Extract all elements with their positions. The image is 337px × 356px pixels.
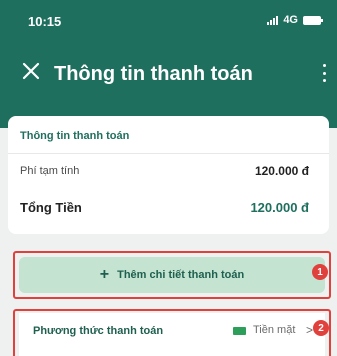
subtotal-value: 120.000 đ <box>254 164 309 178</box>
signal-icon <box>267 15 279 25</box>
app-header: 10:15 4G Thông tin thanh toán <box>0 0 337 128</box>
divider <box>8 153 329 154</box>
annotation-badge-2: 2 <box>313 320 329 336</box>
payment-method-row[interactable]: Phương thức thanh toán Tiền mặt > <box>19 313 325 356</box>
payment-info-card: Thông tin thanh toán Phí tạm tính 120.00… <box>8 116 329 234</box>
subtotal-label: Phí tạm tính <box>20 165 80 177</box>
section-title: Thông tin thanh toán <box>20 130 130 142</box>
payment-method-label: Phương thức thanh toán <box>33 325 164 337</box>
chevron-right-icon: > <box>306 323 314 337</box>
add-payment-detail-button[interactable]: + Thêm chi tiết thanh toán <box>19 257 325 293</box>
status-time: 10:15 <box>28 14 62 29</box>
battery-icon <box>303 15 323 25</box>
plus-icon: + <box>99 266 110 283</box>
cash-icon <box>233 327 246 335</box>
total-value: 120.000 đ <box>250 200 309 215</box>
network-label: 4G <box>283 14 298 26</box>
status-indicators: 4G <box>267 14 323 26</box>
page-title: Thông tin thanh toán <box>54 63 253 85</box>
annotation-badge-1: 1 <box>312 264 328 280</box>
more-options-icon[interactable] <box>321 64 327 82</box>
total-label: Tổng Tiền <box>20 200 82 215</box>
add-payment-detail-label: Thêm chi tiết thanh toán <box>117 269 245 281</box>
payment-method-value: Tiền mặt <box>253 324 296 336</box>
close-icon[interactable] <box>20 60 42 82</box>
